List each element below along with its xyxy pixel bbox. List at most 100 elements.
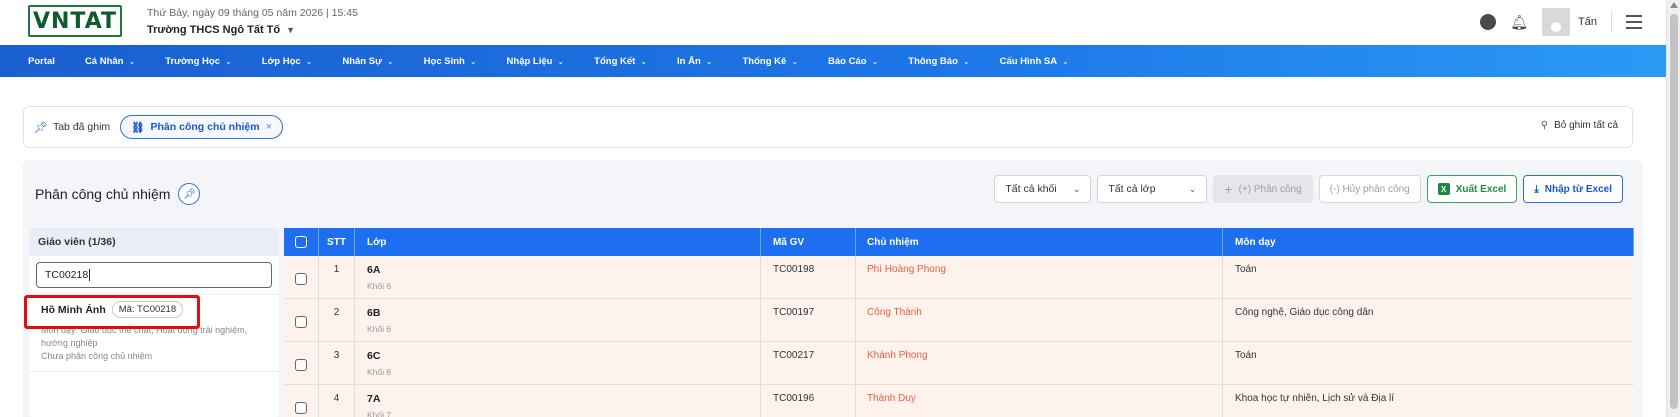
nav-item-label: In Ấn xyxy=(677,55,701,67)
chevron-down-icon: ⌄ xyxy=(469,56,477,66)
nav-item[interactable]: Báo Cáo ⌄ xyxy=(828,56,878,67)
table-row[interactable]: 2 6B Khối 6 TC00197 Công Thành Công nghệ, Giá… xyxy=(284,299,1634,342)
cell-ma-gv: TC00197 xyxy=(761,299,856,341)
teacher-status: Chưa phân công chủ nhiệm xyxy=(41,351,153,361)
cell-stt: 4 xyxy=(319,385,355,417)
pinned-tab-label: Phân công chủ nhiệm xyxy=(150,121,260,133)
avatar[interactable] xyxy=(1542,8,1571,36)
import-excel-button[interactable]: ⤓ Nhập từ Excel xyxy=(1523,175,1623,203)
user-name[interactable]: Tấn xyxy=(1578,16,1597,28)
row-checkbox[interactable] xyxy=(284,385,319,417)
cell-lop: 7A Khối 7 xyxy=(355,385,761,417)
cell-ma-gv: TC00198 xyxy=(761,256,856,298)
class-name: 6A xyxy=(367,264,381,276)
close-icon[interactable]: × xyxy=(266,121,272,133)
unassign-button-label: (-) Hủy phân công xyxy=(1329,183,1410,195)
grade-select-value: Tất cả khối xyxy=(1005,183,1057,195)
pinned-tabs-text: Tab đã ghim xyxy=(52,121,111,133)
nav-item[interactable]: Portal xyxy=(28,56,55,67)
grade-select[interactable]: Tất cả khối ⌄ xyxy=(994,175,1092,203)
school-name: Trường THCS Ngô Tất Tố xyxy=(147,24,281,36)
page-title-group: Phân công chủ nhiệm 📌︎ xyxy=(35,183,201,205)
chevron-down-icon: ⌄ xyxy=(557,56,565,66)
row-checkbox[interactable] xyxy=(284,256,319,298)
col-lop: Lớp xyxy=(355,228,761,256)
nav-item[interactable]: Cấu Hình SA ⌄ xyxy=(1000,56,1069,67)
homeroom-teacher-name[interactable]: Công Thành xyxy=(867,307,922,318)
page-title: Phân công chủ nhiệm xyxy=(35,186,171,202)
toolbar: Tất cả khối ⌄ Tất cả lớp ⌄ + (+) Phân cô… xyxy=(994,175,1623,203)
chevron-down-icon: ⌄ xyxy=(225,56,232,66)
nav-item-label: Tổng Kết xyxy=(594,55,636,67)
pinned-tabs-label: 📌︎ Tab đã ghim xyxy=(34,121,110,134)
chevron-down-icon: ⌄ xyxy=(962,56,970,66)
scrollbar-thumb[interactable] xyxy=(1670,14,1678,409)
pin-page-button[interactable]: 📌︎ xyxy=(178,183,201,205)
vntat-logo[interactable]: VNTAT xyxy=(28,5,122,37)
scroll-up-icon[interactable] xyxy=(1670,2,1678,8)
caret-down-icon: ▼ xyxy=(286,25,296,35)
nav-item[interactable]: Tổng Kết ⌄ xyxy=(594,56,647,67)
download-icon: ⤓ xyxy=(1534,183,1539,195)
unassign-button[interactable]: (-) Hủy phân công xyxy=(1318,175,1421,203)
nav-item[interactable]: Nhân Sự ⌄ xyxy=(342,56,393,67)
select-all-checkbox[interactable] xyxy=(284,228,319,256)
table-row[interactable]: 1 6A Khối 6 TC00198 Phí Hoàng Phong Toán xyxy=(284,256,1634,299)
nav-item-label: Học Sinh xyxy=(423,55,465,67)
table-row[interactable]: 4 7A Khối 7 TC00196 Thành Duy Khoa học tự nhi… xyxy=(284,385,1634,417)
nav-item-label: Cấu Hình SA xyxy=(999,55,1058,67)
cell-mon-day: Khoa học tự nhiên, Lịch sử và Địa lí xyxy=(1235,393,1395,404)
sitemap-icon: ⛓︎ xyxy=(131,121,145,134)
unpin-icon: ⚲ xyxy=(1540,120,1549,131)
nav-item-label: Thống Kê xyxy=(742,55,787,67)
row-checkbox[interactable] xyxy=(284,299,319,341)
assign-button[interactable]: + (+) Phân công xyxy=(1213,175,1313,203)
teacher-search-input[interactable]: TC00218 xyxy=(36,262,272,288)
nav-item[interactable]: Trường Học ⌄ xyxy=(165,56,232,67)
homeroom-teacher-name[interactable]: Phí Hoàng Phong xyxy=(867,264,946,275)
nav-item[interactable]: Học Sinh ⌄ xyxy=(424,56,477,67)
homeroom-teacher-name[interactable]: Thành Duy xyxy=(867,393,916,404)
table-row[interactable]: 3 6C Khối 6 TC00217 Khánh Phong Toán xyxy=(284,342,1634,385)
nav-item-label: Cá Nhân xyxy=(84,55,124,67)
nav-item[interactable]: Thông Báo ⌄ xyxy=(908,56,969,67)
bell-icon[interactable]: 🔔︎ xyxy=(1510,14,1528,31)
pinned-tab-phan-cong-chu-nhiem[interactable]: ⛓︎ Phân công chủ nhiệm × xyxy=(120,115,284,139)
nav-item[interactable]: Lớp Học ⌄ xyxy=(262,56,313,67)
current-datetime: Thứ Bảy, ngày 09 tháng 05 năm 2026 | 15:… xyxy=(147,7,358,19)
unpin-all-button[interactable]: ⚲ Bỏ ghim tất cả xyxy=(1541,120,1618,131)
col-chu-nhiem: Chủ nhiệm xyxy=(856,228,1223,256)
nav-item-label: Nhân Sự xyxy=(342,55,382,67)
homeroom-teacher-name[interactable]: Khánh Phong xyxy=(867,350,928,361)
col-mon-day: Môn dạy xyxy=(1223,228,1634,256)
hamburger-menu-icon[interactable] xyxy=(1626,15,1642,29)
main-navbar: Portal Cá Nhân ⌄ Trường Học ⌄ Lớp Học ⌄ Nhân Sự… xyxy=(0,45,1666,77)
nav-item[interactable]: Nhập Liệu ⌄ xyxy=(507,56,565,67)
chevron-down-icon: ⌄ xyxy=(128,56,136,66)
export-excel-button[interactable]: X Xuất Excel xyxy=(1426,175,1518,203)
divider xyxy=(1611,11,1612,33)
class-name: 6C xyxy=(367,350,381,362)
search-value: TC00218 xyxy=(45,269,89,281)
row-checkbox[interactable] xyxy=(284,342,319,384)
plus-icon: + xyxy=(1224,181,1233,197)
chevron-down-icon: ⌄ xyxy=(791,56,799,66)
pin-icon: 📌︎ xyxy=(34,121,48,134)
grade-name: Khối 7 xyxy=(367,410,392,417)
export-excel-label: Xuất Excel xyxy=(1455,183,1507,195)
excel-icon: X xyxy=(1437,183,1450,195)
nav-item[interactable]: Cá Nhân ⌄ xyxy=(85,56,135,67)
school-selector[interactable]: Trường THCS Ngô Tất Tố ▼ xyxy=(147,24,295,36)
cell-chu-nhiem: Thành Duy xyxy=(856,385,1223,417)
page-scrollbar[interactable] xyxy=(1666,0,1680,417)
table-body: 1 6A Khối 6 TC00198 Phí Hoàng Phong Toán 2 6B Kh… xyxy=(284,256,1634,417)
cell-ma-gv: TC00196 xyxy=(761,385,856,417)
nav-item-label: Trường Học xyxy=(165,55,220,67)
chevron-down-icon: ⌄ xyxy=(305,56,313,66)
logo-text: VNTAT xyxy=(32,8,118,34)
nav-item[interactable]: In Ấn ⌄ xyxy=(677,56,712,67)
nav-item[interactable]: Thống Kê ⌄ xyxy=(743,56,799,67)
class-select[interactable]: Tất cả lớp ⌄ xyxy=(1097,175,1208,203)
grade-name: Khối 6 xyxy=(367,281,392,291)
chat-icon[interactable] xyxy=(1480,14,1497,30)
